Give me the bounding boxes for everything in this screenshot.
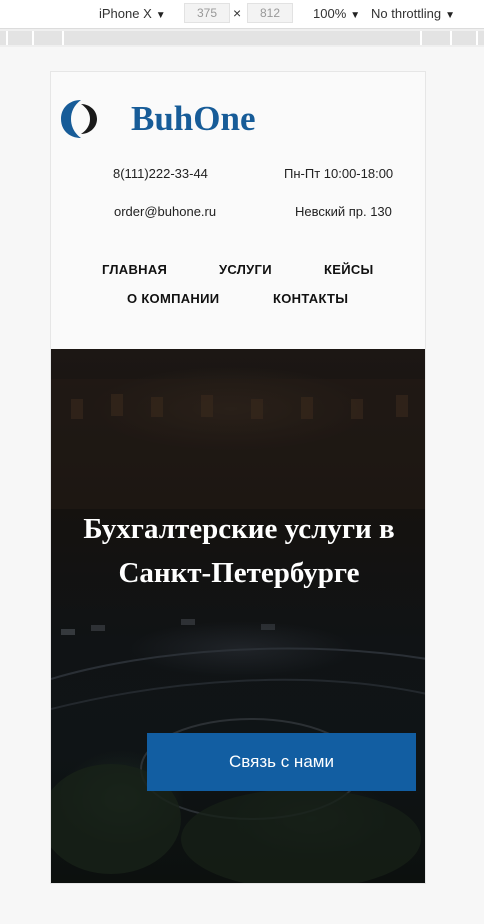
device-select-label: iPhone X <box>99 6 152 21</box>
hero-background-image <box>51 379 425 883</box>
zoom-select-label: 100% <box>313 6 347 21</box>
dimension-separator: × <box>233 5 242 21</box>
device-select[interactable]: iPhone X ▼ <box>99 6 166 24</box>
throttling-dropdown-icon: ▼ <box>445 10 455 21</box>
zoom-dropdown-icon: ▼ <box>350 10 361 21</box>
device-viewport: BuhOne 8(111)222-33-44 Пн-Пт 10:00-18:00… <box>50 71 426 884</box>
media-query-ruler <box>0 29 484 47</box>
throttling-select[interactable]: No throttling ▼ <box>371 6 455 24</box>
hero-title-line-2: Санкт-Петербурге <box>118 557 360 589</box>
ruler-segment[interactable] <box>478 31 484 45</box>
device-dropdown-icon: ▼ <box>155 10 166 21</box>
contact-us-button[interactable]: Связь с нами <box>147 733 416 791</box>
hero-section: Бухгалтерские услуги в Санкт-Петербурге … <box>51 349 425 883</box>
email-link[interactable]: order@buhone.ru <box>114 204 216 220</box>
nav-contacts[interactable]: КОНТАКТЫ <box>273 291 348 307</box>
address: Невский пр. 130 <box>295 204 392 219</box>
phone-number[interactable]: 8(111)222-33-44 <box>113 166 208 182</box>
nav-about[interactable]: О КОМПАНИИ <box>127 291 219 307</box>
hero-title: Бухгалтерские услуги в Санкт-Петербурге <box>51 507 425 595</box>
ruler-segment[interactable] <box>452 31 478 45</box>
ruler-segment[interactable] <box>34 31 64 45</box>
working-hours: Пн-Пт 10:00-18:00 <box>284 166 394 181</box>
ruler-segment[interactable] <box>0 31 8 45</box>
site-header: BuhOne 8(111)222-33-44 Пн-Пт 10:00-18:00… <box>51 72 425 349</box>
zoom-select[interactable]: 100% ▼ <box>313 6 360 24</box>
viewport-width-input[interactable]: 375 <box>184 3 230 23</box>
nav-services[interactable]: УСЛУГИ <box>219 262 272 278</box>
ruler-segment[interactable] <box>8 31 34 45</box>
ruler-segment[interactable] <box>422 31 452 45</box>
logo-icon[interactable] <box>59 98 103 140</box>
hero-title-line-1: Бухгалтерские услуги в <box>83 513 395 545</box>
devtools-device-toolbar: iPhone X ▼ 375 × 812 100% ▼ No throttling ▼ <box>0 0 484 29</box>
nav-home[interactable]: ГЛАВНАЯ <box>102 262 167 278</box>
logo-text[interactable]: BuhOne <box>131 98 256 140</box>
ruler-segment[interactable] <box>64 31 422 45</box>
throttling-select-label: No throttling <box>371 6 442 21</box>
nav-cases[interactable]: КЕЙСЫ <box>324 262 374 278</box>
viewport-height-input[interactable]: 812 <box>247 3 293 23</box>
